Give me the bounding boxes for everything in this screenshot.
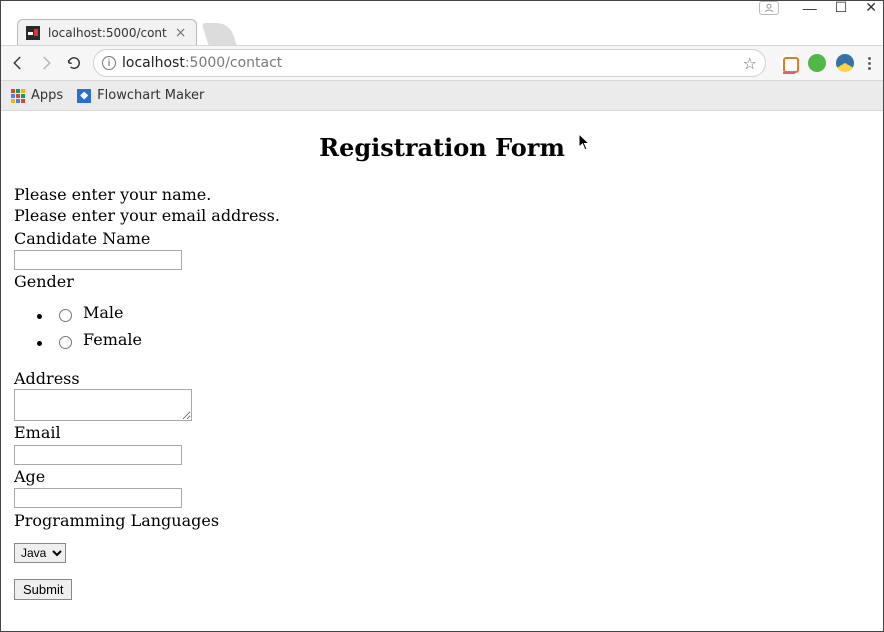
window-maximize-button[interactable]: ☐ — [835, 0, 848, 16]
address-bar[interactable]: i localhost:5000/contact ☆ — [93, 49, 766, 77]
window-minimize-button[interactable]: — — [803, 0, 817, 16]
list-item: Male — [54, 303, 870, 327]
tab-strip: localhost:5000/cont × — [1, 15, 883, 45]
url-text: localhost:5000/contact — [122, 55, 737, 71]
page-heading: Registration Form — [14, 132, 870, 163]
apps-grid-icon — [11, 89, 25, 103]
apps-shortcut[interactable]: Apps — [11, 88, 63, 103]
browser-menu-button[interactable] — [864, 57, 875, 70]
submit-button[interactable]: Submit — [14, 579, 72, 600]
new-tab-button[interactable] — [202, 23, 237, 45]
label-gender: Gender — [14, 272, 870, 293]
extension-icon[interactable] — [780, 54, 798, 72]
bookmark-star-icon[interactable]: ☆ — [743, 54, 757, 73]
page-viewport: Registration Form Please enter your name… — [2, 112, 882, 630]
extension-python-icon[interactable] — [836, 54, 854, 72]
tab-close-icon[interactable]: × — [175, 25, 187, 41]
label-age: Age — [14, 467, 870, 488]
gender-female-radio[interactable] — [59, 336, 72, 349]
programming-language-select[interactable]: Java — [14, 543, 66, 563]
candidate-name-input[interactable] — [14, 250, 182, 270]
back-button[interactable] — [9, 54, 27, 72]
browser-tab[interactable]: localhost:5000/cont × — [17, 19, 197, 45]
user-badge-icon — [759, 1, 779, 15]
gender-female-label: Female — [83, 330, 142, 351]
site-info-icon[interactable]: i — [102, 56, 116, 70]
gender-male-radio[interactable] — [59, 309, 72, 322]
extension-icon[interactable] — [808, 54, 826, 72]
flash-message-email: Please enter your email address. — [14, 206, 870, 227]
browser-toolbar: i localhost:5000/contact ☆ — [1, 45, 883, 81]
label-address: Address — [14, 369, 870, 390]
tab-favicon-icon — [26, 26, 40, 40]
window-titlebar: — ☐ ✕ — [1, 1, 883, 15]
address-textarea[interactable] — [14, 389, 192, 421]
window-close-button[interactable]: ✕ — [865, 0, 877, 16]
extension-icons — [776, 54, 875, 72]
email-input[interactable] — [14, 445, 182, 465]
label-candidate-name: Candidate Name — [14, 229, 870, 250]
apps-label: Apps — [31, 88, 63, 103]
page-body: Registration Form Please enter your name… — [2, 112, 882, 620]
bookmark-flowchart-maker[interactable]: Flowchart Maker — [77, 88, 204, 103]
age-input[interactable] — [14, 488, 182, 508]
gender-option-list: Male Female — [14, 303, 870, 354]
list-item: Female — [54, 330, 870, 354]
bookmark-label: Flowchart Maker — [97, 88, 204, 103]
gender-male-label: Male — [83, 303, 124, 324]
flowchart-favicon-icon — [77, 89, 91, 103]
flash-message-name: Please enter your name. — [14, 185, 870, 206]
browser-window: — ☐ ✕ localhost:5000/cont × i localhost:… — [0, 0, 884, 632]
label-programming-languages: Programming Languages — [14, 511, 870, 532]
label-email: Email — [14, 423, 870, 444]
tab-title: localhost:5000/cont — [48, 26, 167, 40]
forward-button[interactable] — [37, 54, 55, 72]
bookmarks-bar: Apps Flowchart Maker — [1, 81, 883, 111]
reload-button[interactable] — [65, 54, 83, 72]
